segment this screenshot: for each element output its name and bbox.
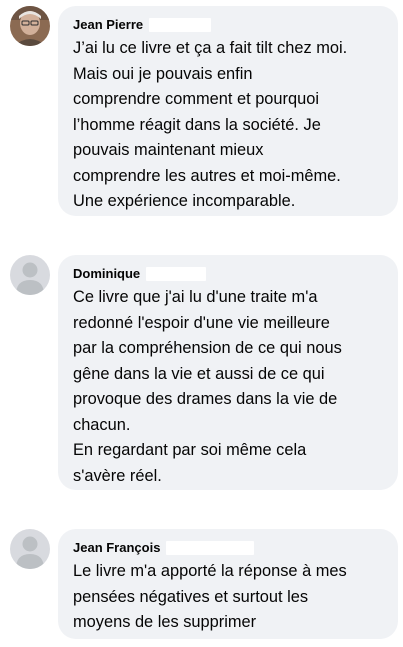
comment-bubble: Jean François Le livre m'a apporté la ré… (58, 529, 398, 639)
default-user-icon (10, 529, 50, 569)
comment-author[interactable]: Jean Pierre (73, 16, 143, 34)
comment-bubble: Dominique Ce livre que j'ai lu d'une tra… (58, 255, 398, 490)
avatar[interactable] (10, 6, 50, 46)
comment-author[interactable]: Dominique (73, 265, 140, 283)
default-user-icon (10, 255, 50, 295)
avatar[interactable] (10, 529, 50, 569)
redacted-block (166, 541, 255, 555)
avatar[interactable] (10, 255, 50, 295)
redacted-block (149, 18, 212, 32)
comment-bubble: Jean Pierre J’ai lu ce livre et ça a fai… (58, 6, 398, 216)
profile-photo-icon (10, 6, 50, 46)
redacted-block (146, 267, 207, 281)
comment-text: Ce livre que j'ai lu d'une traite m'a re… (73, 288, 342, 485)
comment-text: J’ai lu ce livre et ça a fait tilt chez … (73, 39, 348, 210)
comment-author[interactable]: Jean François (73, 539, 160, 557)
comment-text: Le livre m'a apporté la réponse à mes pe… (73, 562, 347, 631)
